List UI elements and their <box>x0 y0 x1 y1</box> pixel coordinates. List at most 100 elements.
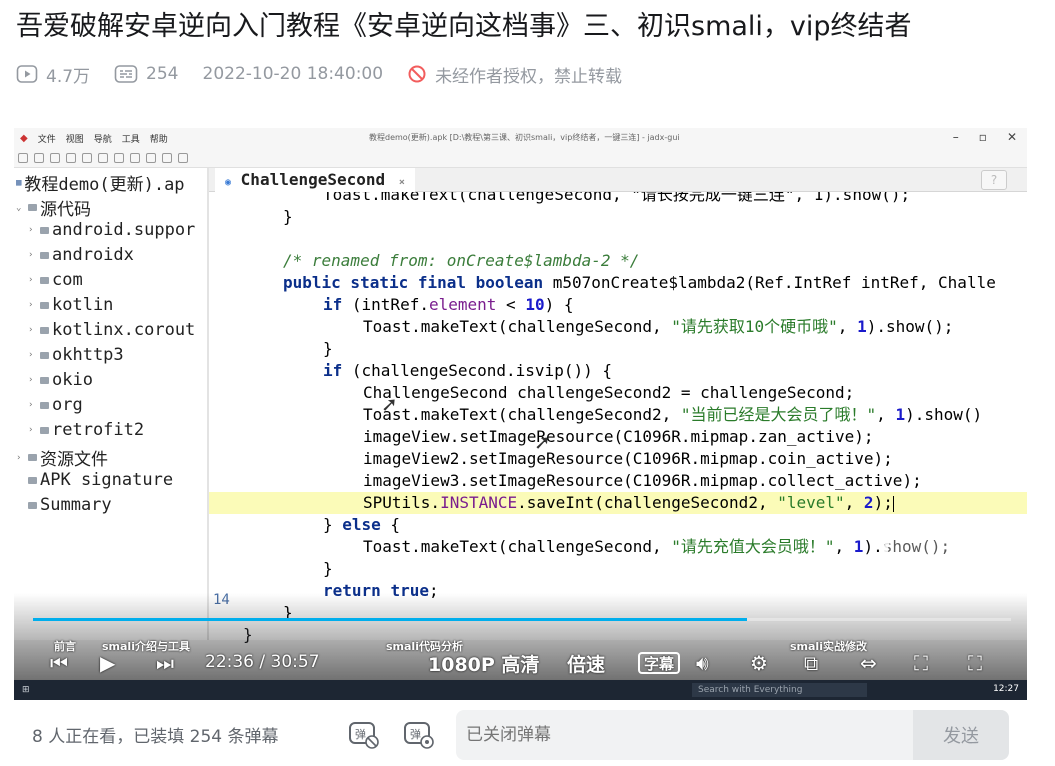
current-time: 22:36 <box>205 652 254 672</box>
danmaku-count: 254 <box>146 64 179 84</box>
code-line: } <box>323 339 333 358</box>
publish-time: 2022-10-20 18:40:00 <box>202 64 384 84</box>
speed-button[interactable]: 倍速 <box>567 648 605 678</box>
folder-icon <box>40 326 49 334</box>
next-icon: ⏭ <box>156 651 174 675</box>
code-line: Toast.makeText(challengeSecond, "请先获取10个… <box>363 317 954 336</box>
folder-icon <box>28 204 37 211</box>
back-icon <box>130 152 140 163</box>
progress-fill <box>33 618 747 621</box>
tree-item[interactable]: › org <box>28 395 83 415</box>
forbidden-icon <box>408 65 426 83</box>
mouse-pointer-icon: ➚ <box>534 430 551 454</box>
folder-icon <box>40 426 49 434</box>
prev-button[interactable]: ⏮ <box>50 648 68 678</box>
send-button[interactable]: 发送 <box>913 710 1009 760</box>
code-line: imageView.setImageResource(C1096R.mipmap… <box>363 427 874 446</box>
tree-item[interactable]: › androidx <box>28 245 134 265</box>
volume-button[interactable]: 🔊︎ <box>696 648 709 678</box>
tree-item[interactable]: › retrofit2 <box>28 420 144 440</box>
code-line: /* renamed from: onCreate$lambda-2 */ <box>283 251 640 270</box>
tree-item-label: androidx <box>52 245 134 265</box>
project-tree: ▦ 教程demo(更新).ap ⌄ 源代码 › android.suppor › andr… <box>14 168 207 640</box>
search-icon <box>98 152 108 163</box>
code-line: Toast.makeText(challengeSecond2, "当前已经是大… <box>363 405 983 424</box>
close-icon: ✕ <box>1006 130 1017 144</box>
tree-item[interactable]: › kotlin <box>28 295 113 315</box>
danmaku-input[interactable] <box>466 720 906 750</box>
web-fullscreen-icon: ⛶ <box>914 651 928 675</box>
danmaku-stat: 254 <box>114 64 179 84</box>
video-title: 吾爱破解安卓逆向入门教程《安卓逆向这档事》三、初识smali，vip终结者 <box>16 11 912 42</box>
play-icon: ▶ <box>100 651 116 675</box>
danmaku-count-icon <box>114 65 138 83</box>
tree-item-label: okio <box>52 370 93 390</box>
fullscreen-icon: ⛶ <box>968 651 982 675</box>
tree-item[interactable]: › 资源文件 <box>16 445 108 470</box>
code-line: ChallengeSecond challengeSecond2 = chall… <box>363 383 855 402</box>
tree-icon <box>82 152 92 163</box>
fullscreen-button[interactable]: ⛶ <box>968 648 982 678</box>
center-play-button[interactable] <box>884 530 974 596</box>
subtitle-button[interactable]: 字幕 <box>638 652 681 674</box>
tree-root-label: 教程demo(更新).ap <box>24 175 185 195</box>
web-fullscreen-button[interactable]: ⛶ <box>914 648 928 678</box>
copyright-text: 未经作者授权，禁止转载 <box>435 66 623 87</box>
danmaku-status: 8 人正在看，已装填 254 条弹幕 <box>32 727 279 747</box>
tree-item[interactable]: › okhttp3 <box>28 345 124 365</box>
tree-item[interactable]: › okio <box>28 370 93 390</box>
video-player[interactable]: ◆ 文件 视图 导航 工具 帮助 教程demo(更新).apk [D:\教程\第… <box>14 128 1027 700</box>
tree-item[interactable]: ⌄ 源代码 <box>16 195 91 220</box>
player-controls: ⏮ ▶ ⏭ 22:36 / 30:57 1080P 高清 倍速 字幕 🔊︎ ⚙ … <box>14 648 1027 678</box>
danmaku-toggle-icon[interactable]: 弹 <box>347 718 381 750</box>
mouse-pointer-icon: ➚ <box>381 392 398 416</box>
expand-arrow-icon: › <box>28 300 34 310</box>
progress-bar[interactable] <box>33 618 1011 621</box>
log-icon <box>162 152 172 163</box>
ide-menu-nav: 导航 <box>93 134 112 145</box>
settings-button[interactable]: ⚙ <box>750 648 768 678</box>
danmaku-input-wrap: 发送 <box>456 710 1009 760</box>
svg-text:弹: 弹 <box>355 727 366 741</box>
expand-arrow-icon: › <box>28 350 34 360</box>
code-line: imageView3.setImageResource(C1096R.mipma… <box>363 471 922 490</box>
tree-item-label: kotlin <box>52 295 114 315</box>
sync-icon <box>50 152 60 163</box>
widescreen-button[interactable]: ⇔ <box>860 648 877 678</box>
tree-item-label: Summary <box>40 495 112 515</box>
ide-menu-help: 帮助 <box>149 134 168 145</box>
folder-icon <box>28 501 37 509</box>
widescreen-icon: ⇔ <box>860 651 877 675</box>
tab-label: ChallengeSecond <box>240 170 386 189</box>
tree-item-label: okhttp3 <box>52 345 124 365</box>
tree-item-label: 资源文件 <box>40 450 108 470</box>
help-icon: ? <box>981 170 1007 190</box>
tree-item[interactable]: › kotlinx.corout <box>28 320 195 340</box>
picture-in-picture-icon: ⧉ <box>804 651 819 675</box>
tree-item[interactable]: › com <box>28 270 83 290</box>
export-icon <box>66 152 76 163</box>
play-button[interactable]: ▶ <box>100 648 115 678</box>
prev-icon: ⏮ <box>50 651 68 675</box>
expand-arrow-icon: ⌄ <box>16 202 22 213</box>
next-button[interactable]: ⏭ <box>156 648 174 678</box>
tree-item-label: android.suppor <box>52 220 196 240</box>
code-line: Toast.makeText(challengeSecond, "请长按完成一键… <box>323 192 911 204</box>
tree-item-label: com <box>52 270 83 290</box>
folder-icon <box>40 301 49 309</box>
taskbar-clock: 12:27 <box>993 684 1019 694</box>
tree-item-label: 源代码 <box>40 200 91 220</box>
danmaku-settings-icon[interactable]: 弹 <box>402 718 436 750</box>
code-line-highlighted: SPUtils.INSTANCE.saveInt(challengeSecond… <box>209 492 1027 514</box>
jadx-logo-icon: ◆ <box>20 132 28 144</box>
play-icon <box>920 550 944 578</box>
view-count: 4.7万 <box>46 66 91 87</box>
tree-item[interactable]: › android.suppor <box>28 220 195 240</box>
expand-arrow-icon: › <box>28 425 34 435</box>
pip-button[interactable]: ⧉ <box>804 648 818 678</box>
quality-button[interactable]: 1080P 高清 <box>428 648 539 678</box>
tree-item[interactable]: Summary <box>16 495 112 515</box>
text-cursor <box>892 495 894 512</box>
tree-item[interactable]: APK signature <box>16 470 173 490</box>
apk-icon: ▦ <box>16 177 22 188</box>
